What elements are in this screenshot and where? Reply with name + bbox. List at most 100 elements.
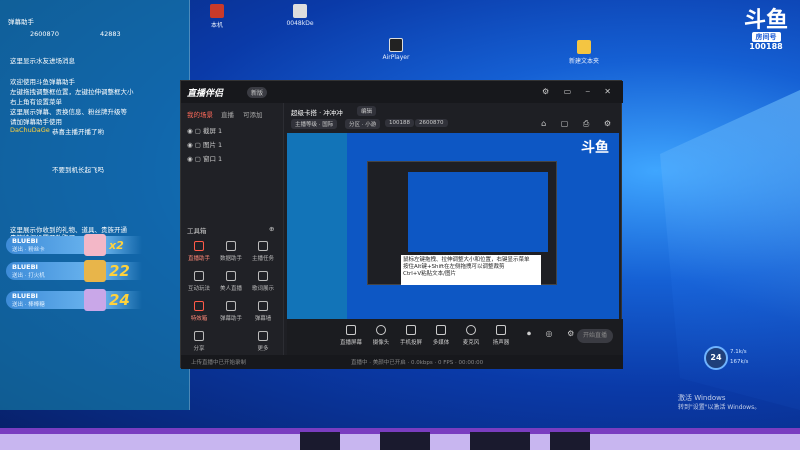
plus-icon[interactable]: ⊕	[269, 225, 274, 233]
usage-percent: 24	[704, 346, 728, 370]
edit-button[interactable]: 编辑	[357, 106, 377, 116]
tool-icon	[258, 271, 268, 281]
scene-label: 图片 1	[202, 141, 223, 149]
scene-label: 截屏 1	[202, 127, 223, 135]
desktop-icon-app[interactable]: 本机	[197, 4, 237, 29]
nested-preview	[408, 172, 548, 252]
tool-icon	[226, 241, 236, 251]
speaker-button[interactable]: 扬声器	[489, 325, 513, 346]
scene-item[interactable]: ◉ ▢ 图片 1	[187, 139, 222, 149]
toolbox-title: 工具箱	[187, 227, 207, 235]
app-icon	[210, 4, 224, 18]
tool-data[interactable]: 数据助手	[217, 241, 245, 262]
scene-item[interactable]: ◉ ▢ 截屏 1	[187, 125, 222, 135]
desktop-icon-airplayer[interactable]: AirPlayer	[376, 38, 416, 61]
scene-label: 窗口 1	[202, 155, 223, 163]
chat-stat-fans: 42883	[100, 30, 121, 38]
status-bar: 上传直播中已开始录制 直播中 · 美颜中已开启 · 0.0kbps · 0 FP…	[181, 355, 623, 369]
desktop-icon-label: 0048kDe	[286, 20, 314, 27]
tool-icon	[194, 301, 204, 311]
settings-icons[interactable]: ⏺ ◎ ⚙	[527, 329, 580, 339]
gift-desc: 送出 · 粉丝卡	[12, 247, 45, 253]
chat-intro-2: 左键拖拽调整框位置，左键拉伸调整框大小	[10, 88, 134, 96]
tool-icon	[258, 241, 268, 251]
phone-icon	[406, 325, 416, 335]
tool-tasks[interactable]: 主播任务	[249, 241, 277, 262]
scene-action-icons[interactable]: ⌂ ▢ ⎙ ⚙	[541, 119, 617, 129]
watermark-subtitle: 转到"设置"以激活 Windows。	[678, 404, 761, 411]
play-icon	[436, 325, 446, 335]
gift-desc: 送出 · 棒棒糖	[12, 302, 45, 308]
desktop-icon-label: 本机	[210, 22, 223, 29]
screen-capture-button[interactable]: 直播屏幕	[339, 325, 363, 346]
upload-speed: 7.1k/s	[730, 349, 747, 355]
desktop-glow	[660, 90, 800, 410]
room-category: 分区 · 小游	[345, 119, 381, 129]
screen-icon	[346, 325, 356, 335]
decor-block	[300, 432, 340, 450]
source-controls: 直播屏幕 摄像头 手机投屏 多媒体 麦克风 扬声器 ⏺ ◎ ⚙ 开始直播	[287, 319, 623, 355]
decor-block	[380, 432, 430, 450]
app-logo: 直播伴侣	[187, 89, 224, 99]
tool-icon	[258, 301, 268, 311]
gift-count: x2	[109, 239, 124, 252]
tool-danmu-wall[interactable]: 弹幕墙	[249, 301, 277, 322]
tool-icon	[194, 271, 204, 281]
folder-icon	[577, 40, 591, 54]
tab-my-scenes[interactable]: 我的场景	[187, 109, 213, 119]
scene-sidebar: 我的场景 直播 可添加 ◉ ▢ 截屏 1 ◉ ▢ 图片 1 ◉ ▢ 窗口 1 工…	[181, 103, 284, 369]
gift-image	[84, 234, 106, 256]
scene-item[interactable]: ◉ ▢ 窗口 1	[187, 153, 222, 163]
live-companion-window[interactable]: 直播伴侣 新版 ⚙ ▭ ⎯ ✕ 我的场景 直播 可添加 ◉ ▢ 截屏 1 ◉ ▢…	[180, 80, 623, 369]
start-live-button[interactable]: 开始直播	[577, 329, 613, 343]
monitor-icon	[389, 38, 403, 52]
gift-banner: BLUEBI 送出 · 棒棒糖 24	[6, 289, 142, 311]
mic-icon	[466, 325, 476, 335]
chat-welcome: 这里显示水友进场消息	[10, 57, 75, 65]
watermark-title: 激活 Windows	[678, 394, 726, 402]
douyu-room-badge: 斗鱼 房间号 100188	[738, 10, 794, 52]
tool-icon	[226, 301, 236, 311]
chat-intro-3: 右上角有设置菜单	[10, 98, 62, 106]
desktop-icon-label: 新建文本夹	[568, 58, 599, 65]
footer-hint: 上传直播中已开始录制	[191, 360, 247, 366]
live-preview[interactable]: 鼠标左键拖拽、拉伸调整大小和位置，右键显示菜单 按住Alt键+Shift在左侧拖…	[287, 133, 619, 319]
status-text: 直播中 · 美颜中已开启 · 0.0kbps · 0 FPS · 00:00:0…	[351, 360, 484, 366]
tool-danmu[interactable]: 弹幕助手	[217, 301, 245, 322]
title-bar[interactable]: 直播伴侣 新版 ⚙ ▭ ⎯ ✕	[181, 81, 623, 103]
tool-beauty[interactable]: 美人直播	[217, 271, 245, 292]
preview-chat-overlay	[287, 133, 347, 319]
desktop-icon-file[interactable]: 0048kDe	[280, 4, 320, 27]
chat-intro-5: 请加弹幕助手使用	[10, 118, 62, 126]
desktop-icon-label: AirPlayer	[382, 54, 410, 61]
gift-user: BLUEBI	[12, 263, 38, 271]
gift-desc: 送出 · 打火机	[12, 273, 45, 279]
tool-share[interactable]: 分享	[185, 331, 213, 352]
hint-tooltip: 鼠标左键拖拽、拉伸调整大小和位置，右键显示菜单 按住Alt键+Shift在左侧拖…	[401, 255, 541, 285]
tab-live[interactable]: 直播	[221, 109, 234, 119]
tool-icon	[194, 331, 204, 341]
desktop-icon-folder[interactable]: 新建文本夹	[564, 40, 604, 65]
network-widget[interactable]: 24 7.1k/s 167k/s	[704, 346, 764, 372]
gift-image	[84, 289, 106, 311]
tool-live-assistant[interactable]: 直播助手	[185, 241, 213, 262]
window-controls[interactable]: ⚙ ▭ ⎯ ✕	[542, 87, 617, 97]
tab-addable[interactable]: 可添加	[243, 109, 263, 119]
media-button[interactable]: 多媒体	[429, 325, 453, 346]
tool-more[interactable]: 更多	[249, 331, 277, 352]
version-badge[interactable]: 新版	[247, 87, 268, 98]
tool-interact[interactable]: 互动玩法	[185, 271, 213, 292]
camera-button[interactable]: 摄像头	[369, 325, 393, 346]
chat-intro-1: 欢迎使用斗鱼弹幕助手	[10, 78, 75, 86]
room-level: 主播等级 · 国际	[291, 119, 338, 129]
phone-cast-button[interactable]: 手机投屏	[399, 325, 423, 346]
file-icon	[293, 4, 307, 18]
preview-brand-logo: 斗鱼	[581, 140, 609, 156]
danmu-assistant-panel[interactable]: 弹幕助手 2600870 42883 这里显示水友进场消息 欢迎使用斗鱼弹幕助手…	[0, 0, 190, 410]
tool-effects[interactable]: 特效箱	[185, 301, 213, 322]
microphone-button[interactable]: 麦克风	[459, 325, 483, 346]
chat-header-title: 弹幕助手	[8, 18, 34, 26]
tool-icon	[226, 271, 236, 281]
gift-banner: BLUEBI 送出 · 打火机 22	[6, 260, 142, 282]
tool-lyrics[interactable]: 歌词展示	[249, 271, 277, 292]
